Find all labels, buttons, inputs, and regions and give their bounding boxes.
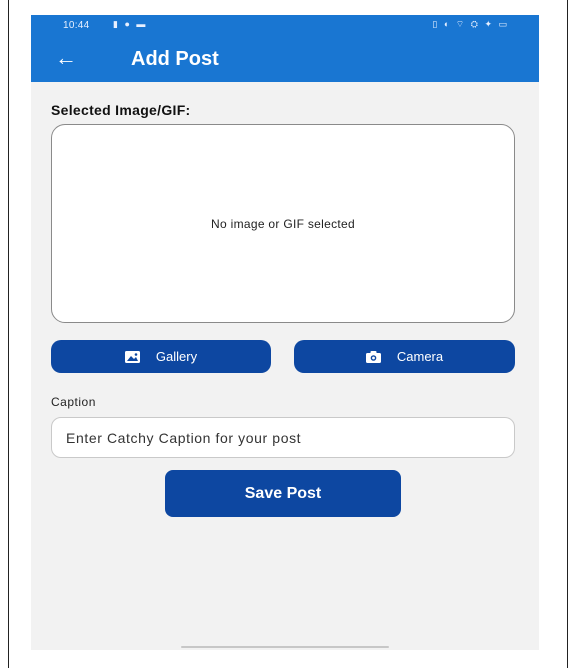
status-bar: 10:44 ▮ ● ▬ ▯ ◐ ⌔ ⛭ ✦ ▭ (31, 15, 539, 37)
camera-icon (365, 350, 381, 363)
save-post-button[interactable]: Save Post (165, 470, 401, 517)
image-preview-box: No image or GIF selected (51, 124, 515, 323)
caption-label: Caption (51, 395, 96, 409)
caption-input[interactable] (51, 417, 515, 458)
camera-button[interactable]: Camera (294, 340, 515, 373)
home-indicator[interactable] (181, 646, 389, 648)
app-bar: 10:44 ▮ ● ▬ ▯ ◐ ⌔ ⛭ ✦ ▭ ← Add Post (31, 15, 539, 82)
no-image-text: No image or GIF selected (211, 216, 355, 231)
back-arrow-icon[interactable]: ← (55, 47, 77, 69)
camera-button-label: Camera (396, 349, 444, 364)
phone-screen: 10:44 ▮ ● ▬ ▯ ◐ ⌔ ⛭ ✦ ▭ ← Add Post Selec… (31, 15, 539, 650)
gallery-button-label: Gallery (155, 349, 198, 364)
status-notification-icons: ▮ ● ▬ (113, 19, 148, 29)
gallery-button[interactable]: Gallery (51, 340, 271, 373)
status-time: 10:44 (63, 20, 90, 31)
selected-image-label: Selected Image/GIF: (51, 102, 191, 118)
page-title: Add Post (131, 48, 219, 70)
image-icon (124, 350, 140, 363)
status-system-icons: ▯ ◐ ⌔ ⛭ ✦ ▭ (432, 19, 509, 29)
